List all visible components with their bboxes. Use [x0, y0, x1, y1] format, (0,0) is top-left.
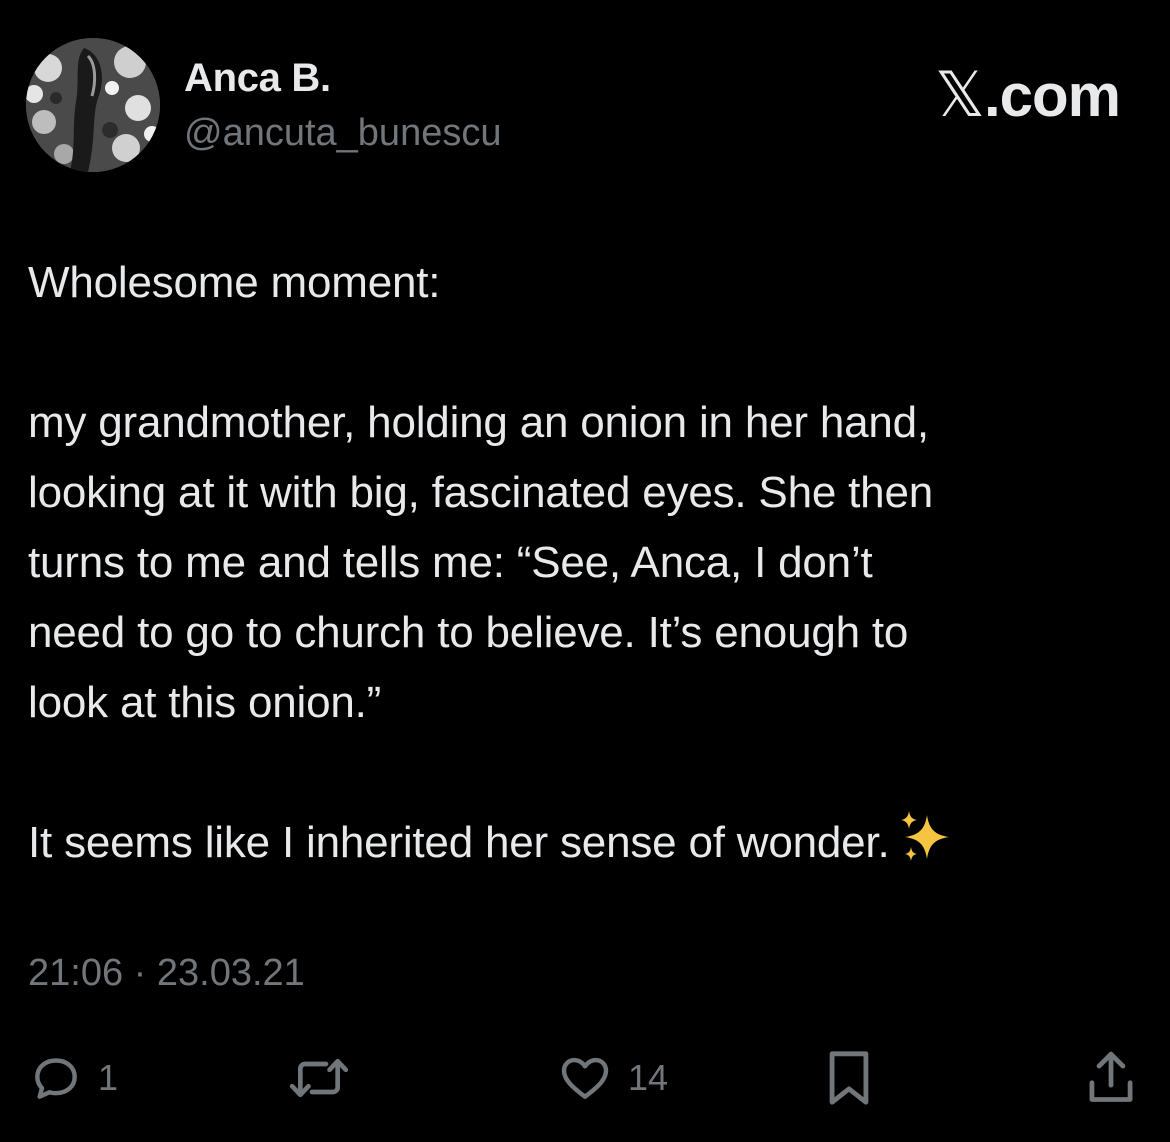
- tweet-paragraph-last: It seems like I inherited her sense of w…: [28, 808, 1138, 886]
- bookmark-button[interactable]: [820, 1040, 878, 1116]
- reply-count: 1: [98, 1057, 119, 1098]
- reply-icon: [35, 1058, 77, 1099]
- share-button[interactable]: [1082, 1040, 1140, 1116]
- tweet-paragraph: Wholesome moment:: [28, 258, 441, 307]
- retweet-button[interactable]: [286, 1040, 366, 1116]
- author-handle[interactable]: @ancuta_bunescu: [184, 112, 501, 155]
- share-icon: [1089, 1051, 1133, 1102]
- bookmark-icon: [829, 1051, 869, 1105]
- tweet-paragraph: It seems like I inherited her sense of w…: [28, 818, 890, 867]
- sparkles-icon: [897, 809, 955, 886]
- like-icon: [561, 1057, 609, 1099]
- x-logo-icon: 𝕏: [935, 58, 985, 131]
- author-name[interactable]: Anca B.: [184, 56, 331, 101]
- retweet-icon: [289, 1058, 349, 1098]
- tweet-text: Wholesome moment: my grandmother, holdin…: [28, 248, 1138, 886]
- avatar[interactable]: [26, 38, 160, 172]
- tweet-paragraph: my grandmother, holding an onion in her …: [28, 398, 933, 727]
- tweet-timestamp[interactable]: 21:06 · 23.03.21: [28, 952, 305, 995]
- reply-button[interactable]: 1: [28, 1040, 118, 1116]
- brand-suffix: .com: [983, 62, 1121, 129]
- x-com-logo: 𝕏.com: [935, 58, 1121, 131]
- tweet-actions-bar: 1 14: [0, 1040, 1170, 1120]
- like-count: 14: [628, 1057, 669, 1098]
- avatar-image: [26, 38, 160, 172]
- like-button[interactable]: 14: [556, 1040, 668, 1116]
- tweet-card: Anca B. @ancuta_bunescu 𝕏.com Wholesome …: [0, 0, 1170, 1142]
